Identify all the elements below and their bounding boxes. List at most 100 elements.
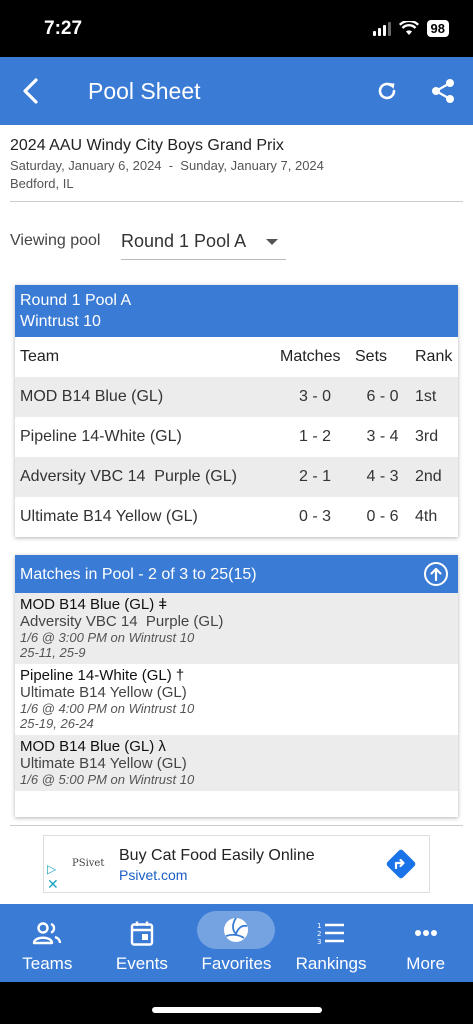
svg-text:3: 3 xyxy=(317,938,321,945)
event-title: 2024 AAU Windy City Boys Grand Prix xyxy=(10,137,284,154)
rank: 3rd xyxy=(415,428,439,445)
status-time: 7:27 xyxy=(44,18,83,39)
nav-rankings-label: Rankings xyxy=(295,954,367,973)
nav-rankings[interactable]: 1 2 3 Rankings xyxy=(284,904,379,982)
matches-record: 0 - 3 xyxy=(298,508,331,525)
rank: 1st xyxy=(410,377,458,417)
pool-name: Round 1 Pool A xyxy=(20,292,132,309)
column-header-rank: Rank xyxy=(415,348,453,365)
sets-record: 6 - 0 xyxy=(350,377,410,417)
standings-header-row: Team Matches Sets Rank xyxy=(15,337,458,377)
status-bar: 7:27 98 xyxy=(0,0,473,57)
svg-text:1: 1 xyxy=(317,922,321,930)
nav-more-label: More xyxy=(406,954,446,973)
sets-record: 3 - 4 xyxy=(366,428,399,445)
ad-choices-icon[interactable]: ▷ xyxy=(47,862,56,876)
table-row[interactable]: Adversity VBC 14 Purple (GL) 2 - 1 4 - 3… xyxy=(15,457,458,497)
standings-card: Round 1 Pool A Wintrust 10 Team Matches … xyxy=(15,285,458,537)
refresh-button[interactable] xyxy=(373,77,401,105)
matches-card: Matches in Pool - 2 of 3 to 25(15) MOD B… xyxy=(15,555,458,817)
matches-record: 1 - 2 xyxy=(298,428,331,445)
sets-record: 0 - 6 xyxy=(366,508,399,525)
table-row[interactable]: Pipeline 14-White (GL) 1 - 2 3 - 4 3rd xyxy=(15,417,458,457)
team-name: Adversity VBC 14 Purple (GL) xyxy=(15,457,275,497)
ad-banner[interactable]: ▷ ✕ PSivet Buy Cat Food Easily Online Ps… xyxy=(43,835,430,893)
standings-header: Round 1 Pool A Wintrust 10 xyxy=(15,285,458,337)
event-location: Bedford, IL xyxy=(10,176,74,191)
column-header-team: Team xyxy=(20,348,60,365)
ad-title: Buy Cat Food Easily Online xyxy=(119,847,315,864)
app-bar: Pool Sheet xyxy=(0,57,473,125)
battery-indicator: 98 xyxy=(426,20,449,37)
rank: 4th xyxy=(415,508,438,525)
standings-table: Team Matches Sets Rank MOD B14 Blue (GL)… xyxy=(15,337,458,537)
table-row[interactable]: MOD B14 Blue (GL) 3 - 0 6 - 0 1st xyxy=(15,377,458,417)
divider xyxy=(10,825,463,826)
divider xyxy=(10,201,463,202)
ad-directions-icon[interactable] xyxy=(385,848,417,880)
svg-text:2: 2 xyxy=(317,930,321,938)
pool-sheet-content[interactable]: 2024 AAU Windy City Boys Grand Prix Satu… xyxy=(0,125,473,904)
nav-teams[interactable]: Teams xyxy=(0,904,95,982)
match-item[interactable]: MOD B14 Blue (GL) λ Ultimate B14 Yellow … xyxy=(15,735,458,791)
team-name: Ultimate B14 Yellow (GL) xyxy=(20,508,198,525)
signal-icon xyxy=(372,21,391,36)
more-dots-icon xyxy=(396,916,456,950)
nav-more[interactable]: More xyxy=(378,904,473,982)
match-time-court: 1/6 @ 4:00 PM on Wintrust 10 xyxy=(20,701,195,716)
nav-favorites[interactable]: Favorites xyxy=(189,904,284,982)
matches-header: Matches in Pool - 2 of 3 to 25(15) xyxy=(15,555,458,593)
match-home-team: MOD B14 Blue (GL) λ xyxy=(20,738,166,755)
match-away-team: Adversity VBC 14 Purple (GL) xyxy=(20,613,224,630)
team-name: Pipeline 14-White (GL) xyxy=(20,428,182,445)
table-row[interactable]: Ultimate B14 Yellow (GL) 0 - 3 0 - 6 4th xyxy=(15,497,458,537)
back-button[interactable] xyxy=(14,75,46,107)
match-away-team: Ultimate B14 Yellow (GL) xyxy=(20,755,187,772)
column-header-matches: Matches xyxy=(280,348,341,365)
nav-events[interactable]: Events xyxy=(95,904,190,982)
match-item[interactable]: MOD B14 Blue (GL) ǂ Adversity VBC 14 Pur… xyxy=(15,593,458,664)
pool-dropdown-value: Round 1 Pool A xyxy=(121,231,247,251)
match-home-team: Pipeline 14-White (GL) † xyxy=(20,667,185,684)
share-button[interactable] xyxy=(429,77,457,105)
scroll-up-button[interactable] xyxy=(424,562,448,586)
home-indicator[interactable] xyxy=(152,1007,322,1013)
viewing-pool-label: Viewing pool xyxy=(10,232,101,249)
event-dates: Saturday, January 6, 2024 - Sunday, Janu… xyxy=(10,158,324,173)
match-score: 25-19, 26-24 xyxy=(20,716,94,731)
ad-close-icon[interactable]: ✕ xyxy=(47,876,59,893)
chevron-down-icon xyxy=(266,239,278,245)
bottom-navigation: Teams Events Favorites 1 2 3 Rankings Mo… xyxy=(0,904,473,982)
court-name: Wintrust 10 xyxy=(20,313,101,330)
match-home-team: MOD B14 Blue (GL) ǂ xyxy=(20,596,168,613)
match-time-court: 1/6 @ 3:00 PM on Wintrust 10 xyxy=(20,630,195,645)
match-time-court: 1/6 @ 5:00 PM on Wintrust 10 xyxy=(20,772,195,787)
match-score: 25-11, 25-9 xyxy=(20,645,86,660)
back-arrow-icon xyxy=(23,78,38,104)
share-icon xyxy=(432,79,454,103)
list-numbered-icon: 1 2 3 xyxy=(301,916,361,950)
pool-dropdown[interactable]: Round 1 Pool A xyxy=(121,227,286,260)
wifi-icon xyxy=(398,21,419,35)
home-indicator-area xyxy=(0,982,473,1024)
people-icon xyxy=(17,916,77,950)
rank: 2nd xyxy=(410,457,458,497)
nav-teams-label: Teams xyxy=(22,954,73,973)
team-name: MOD B14 Blue (GL) xyxy=(15,377,275,417)
refresh-icon xyxy=(378,82,396,100)
arrow-up-icon xyxy=(430,567,442,581)
nav-favorites-label: Favorites xyxy=(201,954,272,973)
nav-events-label: Events xyxy=(115,954,168,973)
column-header-sets: Sets xyxy=(355,348,388,365)
page-title: Pool Sheet xyxy=(88,78,201,104)
calendar-icon xyxy=(112,916,172,950)
status-icons: 98 xyxy=(372,20,449,37)
matches-header-title: Matches in Pool - 2 of 3 to 25(15) xyxy=(20,565,257,583)
ad-url[interactable]: Psivet.com xyxy=(119,867,187,883)
matches-record: 3 - 0 xyxy=(275,377,350,417)
sets-record: 4 - 3 xyxy=(350,457,410,497)
volleyball-icon xyxy=(197,911,276,949)
matches-record: 2 - 1 xyxy=(275,457,350,497)
match-item[interactable]: Pipeline 14-White (GL) † Ultimate B14 Ye… xyxy=(15,664,458,735)
ad-logo: PSivet xyxy=(72,858,105,869)
